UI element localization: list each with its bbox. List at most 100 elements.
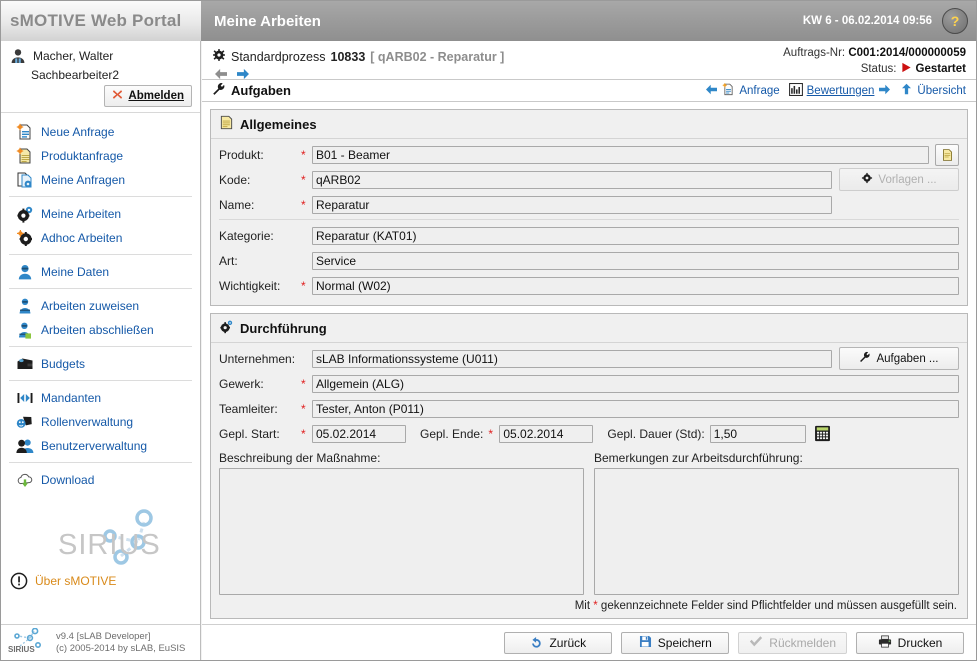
field-label-dauer: Gepl. Dauer (Std): [607,426,705,441]
page-title: Meine Arbeiten [214,12,321,30]
main-area: Standardprozess 10833 [ qARB02 - Reparat… [202,41,976,660]
print-button[interactable]: Drucken [856,631,964,654]
breadcrumb-bar: Standardprozess 10833 [ qARB02 - Reparat… [202,41,976,80]
rueckmelden-button[interactable]: Rückmelden [738,631,847,654]
name-input[interactable] [312,195,832,214]
breadcrumb-process-detail: [ qARB02 - Reparatur ] [370,49,505,64]
new-request-icon [16,123,34,141]
nav-group-data: Meine Daten [9,259,192,289]
sidebar-item-label: Meine Arbeiten [41,207,122,221]
field-label: Produkt: [219,147,264,162]
my-data-icon [16,263,34,281]
left-arrow-icon [705,84,718,98]
ratings-icon [788,82,803,99]
svg-text:SIRIUS: SIRIUS [58,529,161,561]
sidebar-item-meine-arbeiten[interactable]: Meine Arbeiten [9,202,192,226]
sidebar-item-arbeiten-zuweisen[interactable]: Arbeiten zuweisen [9,294,192,318]
sidebar-item-budgets[interactable]: Budgets [9,352,192,376]
budgets-icon [16,355,34,373]
hint-prefix: Mit [574,600,591,612]
footer-version: v9.4 [sLAB Developer] [56,630,151,642]
gear-plus-icon [219,319,234,337]
sidebar-item-label: Meine Daten [41,265,110,279]
gepl-dauer-input[interactable] [709,424,806,443]
panel-title: Durchführung [240,320,327,336]
sidebar-item-label: Rollenverwaltung [41,415,134,429]
tasks-title: Aufgaben [231,83,291,98]
tasks-bar: Aufgaben Anfrage Bewertungen Übersicht [202,79,976,102]
bottom-button-bar: Zurück Speichern Rückmelden Drucken [202,624,976,660]
overview-icon [900,83,913,98]
vorlagen-button[interactable]: Vorlagen ... [839,168,959,191]
sidebar-item-arbeiten-abschliessen[interactable]: Arbeiten abschließen [9,318,192,342]
remarks-label: Bemerkungen zur Arbeitsdurchführung: [594,451,803,465]
save-button[interactable]: Speichern [621,631,730,654]
user-role: Sachbearbeiter2 [31,68,120,82]
sidebar-item-rollenverwaltung[interactable]: Rollenverwaltung [9,410,192,434]
notes-section: Beschreibung der Maßnahme: Bemerkungen z… [219,451,959,595]
field-label-start: Gepl. Start: [219,426,280,441]
sidebar-item-label: Adhoc Arbeiten [41,231,123,245]
sidebar-item-adhoc-arbeiten[interactable]: Adhoc Arbeiten [9,226,192,250]
kode-input[interactable] [312,170,832,189]
link-uebersicht[interactable]: Übersicht [900,83,966,98]
sidebar-item-meine-daten[interactable]: Meine Daten [9,260,192,284]
art-input[interactable] [312,251,959,270]
field-label: Unternehmen: [219,351,296,366]
about-link[interactable]: Über sMOTIVE [1,568,200,594]
teamleiter-input[interactable] [312,399,959,418]
close-icon [112,89,123,103]
sidebar-item-benutzerverwaltung[interactable]: Benutzerverwaltung [9,434,192,458]
svg-text:SIRIUS: SIRIUS [8,645,35,654]
logout-label: Abmelden [128,90,184,102]
sidebar-item-mandanten[interactable]: Mandanten [9,386,192,410]
sidebar-item-download[interactable]: Download [9,468,192,492]
gepl-start-input[interactable] [312,424,406,443]
required-fields-hint: Mit * gekennzeichnete Felder sind Pflich… [219,600,959,612]
unternehmen-input[interactable] [312,349,832,368]
panel-body: Produkt: * Kode: * [211,139,967,305]
form-content: Allgemeines Produkt: * B01 - Beamer Kode… [202,103,976,624]
sidebar-item-neue-anfrage[interactable]: Neue Anfrage [9,120,192,144]
header-right-group: KW 6 - 06.02.2014 09:56 ? [803,8,968,34]
breadcrumb-process-label: Standardprozess [231,49,326,64]
link-label: Bewertungen [806,84,875,97]
tasks-links: Anfrage Bewertungen Übersicht [705,82,966,99]
sidebar-item-label: Download [41,473,95,487]
request-icon [722,82,735,99]
description-textarea[interactable] [219,468,584,595]
sidebar-item-produktanfrage[interactable]: Produktanfrage [9,144,192,168]
nav-group-budgets: Budgets [9,351,192,381]
required-marker: * [301,278,306,293]
sidebar-item-meine-anfragen[interactable]: Meine Anfragen [9,168,192,192]
kategorie-input[interactable] [312,226,959,245]
remarks-textarea[interactable] [594,468,959,595]
calculator-icon[interactable] [814,425,831,442]
download-icon [16,471,34,489]
link-anfrage[interactable]: Anfrage [705,82,780,99]
document-button[interactable] [935,143,959,166]
page-header-bar: Meine Arbeiten KW 6 - 06.02.2014 09:56 ? [201,1,976,41]
sirius-logo: SIRIUS [1,502,200,568]
help-button[interactable]: ? [942,8,968,34]
breadcrumb-process-number: 10833 [330,49,366,64]
gepl-ende-input[interactable] [499,424,594,443]
sidebar-item-label: Mandanten [41,391,102,405]
back-button[interactable]: Zurück [504,631,613,654]
gewerk-input[interactable] [312,374,959,393]
tasks-title-group: Aufgaben [212,82,291,99]
brand-area: sMOTIVE Web Portal [1,1,201,41]
field-row-unternehmen: Unternehmen: * Aufgaben ... [219,347,959,370]
right-arrow-icon[interactable] [878,84,891,98]
aufgaben-button[interactable]: Aufgaben ... [839,347,959,370]
logout-button[interactable]: Abmelden [104,85,192,107]
hint-star: * [593,600,598,612]
required-marker: * [488,426,494,441]
user-row: Macher, Walter [9,47,192,65]
wichtigkeit-input[interactable] [312,276,959,295]
required-marker: * [301,197,306,212]
field-label: Gewerk: [219,376,264,391]
required-marker: * [301,426,306,441]
produkt-input[interactable] [312,145,929,164]
link-bewertungen[interactable]: Bewertungen [788,82,875,99]
